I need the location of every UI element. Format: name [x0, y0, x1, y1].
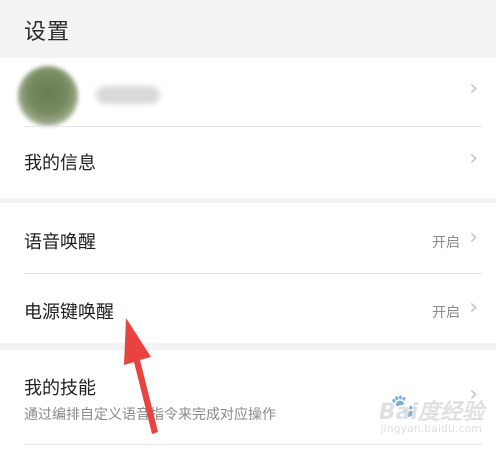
arrow-icon — [124, 318, 158, 434]
annotation-arrow — [124, 318, 158, 434]
watermark-url: jingyan.baidu.com — [380, 422, 482, 435]
watermark: 🐾 Bai度经验 jingyan.baidu.com — [358, 392, 488, 442]
